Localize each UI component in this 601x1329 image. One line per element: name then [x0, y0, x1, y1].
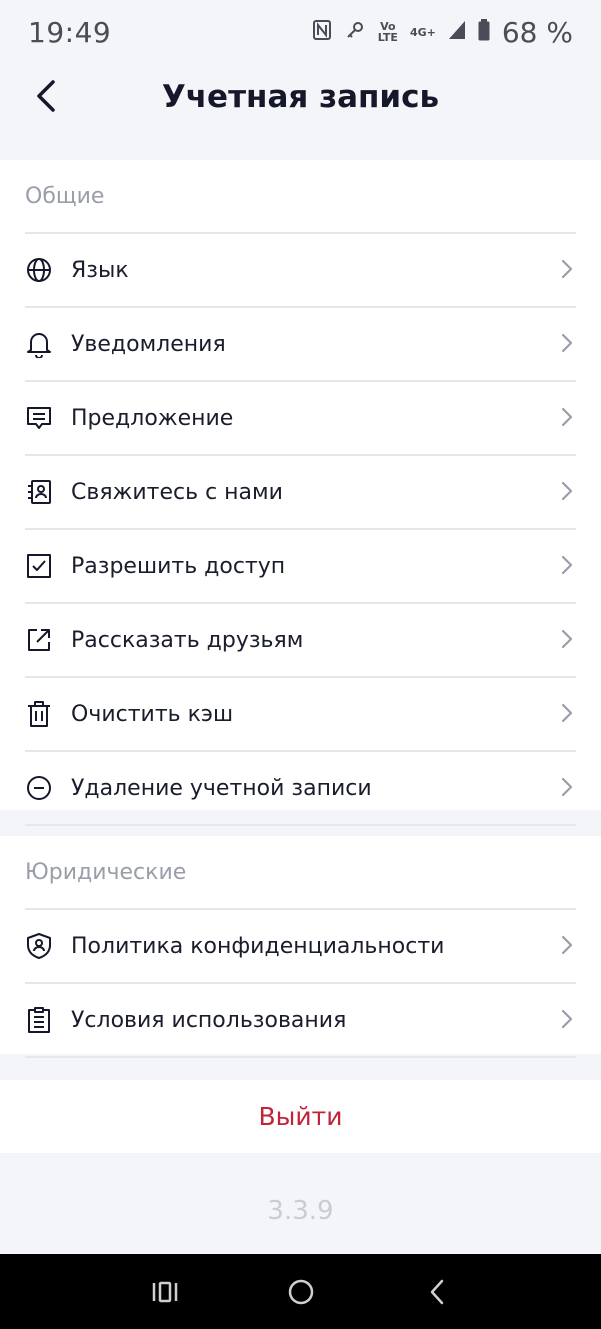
menu-item-label: Разрешить доступ [71, 553, 286, 579]
chevron-right-icon [561, 555, 573, 575]
menu-item-tell-friends[interactable]: Рассказать друзьям [25, 602, 576, 676]
app-bar: Учетная запись [0, 64, 601, 130]
menu-item-notifications[interactable]: Уведомления [25, 306, 576, 380]
contact-icon [25, 478, 53, 506]
system-nav-bar [0, 1254, 601, 1329]
menu-item-label: Удаление учетной записи [71, 775, 372, 801]
share-icon [25, 626, 53, 654]
home-icon [288, 1279, 313, 1304]
menu-item-label: Предложение [71, 405, 234, 431]
menu-item-suggestion[interactable]: Предложение [25, 380, 576, 454]
chevron-right-icon [561, 333, 573, 353]
menu-item-label: Уведомления [71, 331, 226, 357]
system-back-button[interactable] [369, 1254, 505, 1329]
section-title-legal: Юридические [25, 859, 187, 885]
chevron-right-icon [561, 703, 573, 723]
menu-item-contact-us[interactable]: Свяжитесь с нами [25, 454, 576, 528]
menu-item-label: Язык [71, 257, 129, 283]
chevron-right-icon [561, 777, 573, 797]
status-icons: Vo LTE 4G+ 68 % [312, 16, 573, 49]
chevron-left-icon [37, 80, 55, 112]
chevron-right-icon [561, 481, 573, 501]
trash-icon [25, 700, 53, 728]
home-button[interactable] [233, 1254, 369, 1329]
volte-indicator: Vo LTE [378, 21, 398, 43]
menu-item-language[interactable]: Язык [25, 232, 576, 306]
section-title-general: Общие [25, 183, 105, 209]
menu-item-terms-of-use[interactable]: Условия использования [25, 982, 576, 1058]
section-legal: Юридические Политика конфиденциальности … [0, 836, 601, 1058]
menu-item-label: Рассказать друзьям [71, 627, 304, 653]
back-icon [430, 1279, 443, 1304]
network-type: 4G+ [409, 25, 436, 39]
menu-item-delete-account[interactable]: Удаление учетной записи [25, 750, 576, 826]
menu-item-privacy-policy[interactable]: Политика конфиденциальности [25, 908, 576, 982]
app-version: 3.3.9 [267, 1196, 334, 1226]
volte-bottom: LTE [377, 31, 398, 44]
recent-apps-button[interactable] [97, 1254, 233, 1329]
menu-item-label: Очистить кэш [71, 701, 234, 727]
menu-item-label: Свяжитесь с нами [71, 479, 283, 505]
checkbox-icon [25, 552, 53, 580]
message-icon [25, 404, 53, 432]
nfc-icon [312, 19, 332, 45]
chevron-right-icon [561, 1009, 573, 1029]
globe-icon [25, 256, 53, 284]
chevron-right-icon [561, 935, 573, 955]
menu-item-label: Политика конфиденциальности [71, 933, 445, 959]
status-bar: 19:49 Vo LTE 4G+ 68 % [0, 0, 601, 64]
battery-icon [478, 19, 490, 45]
legal-list: Политика конфиденциальности Условия испо… [25, 908, 576, 1058]
status-time: 19:49 [28, 15, 112, 49]
recent-apps-icon [152, 1281, 177, 1302]
logout-button[interactable]: Выйти [0, 1080, 601, 1153]
chevron-right-icon [561, 407, 573, 427]
menu-item-label: Условия использования [71, 1007, 347, 1033]
menu-item-clear-cache[interactable]: Очистить кэш [25, 676, 576, 750]
menu-item-allow-access[interactable]: Разрешить доступ [25, 528, 576, 602]
shield-user-icon [25, 932, 53, 960]
key-icon [344, 19, 366, 45]
clipboard-icon [25, 1006, 53, 1034]
page-title: Учетная запись [161, 79, 440, 115]
signal-icon [448, 20, 466, 44]
chevron-right-icon [561, 629, 573, 649]
back-button[interactable] [26, 76, 66, 116]
chevron-right-icon [561, 259, 573, 279]
battery-percent: 68 % [501, 15, 573, 49]
minus-circle-icon [25, 774, 53, 802]
bell-icon [25, 330, 53, 358]
general-list: Язык Уведомления Предложение Свяжитесь с… [25, 232, 576, 826]
section-general: Общие Язык Уведомления Предложение Свяжи… [0, 160, 601, 826]
